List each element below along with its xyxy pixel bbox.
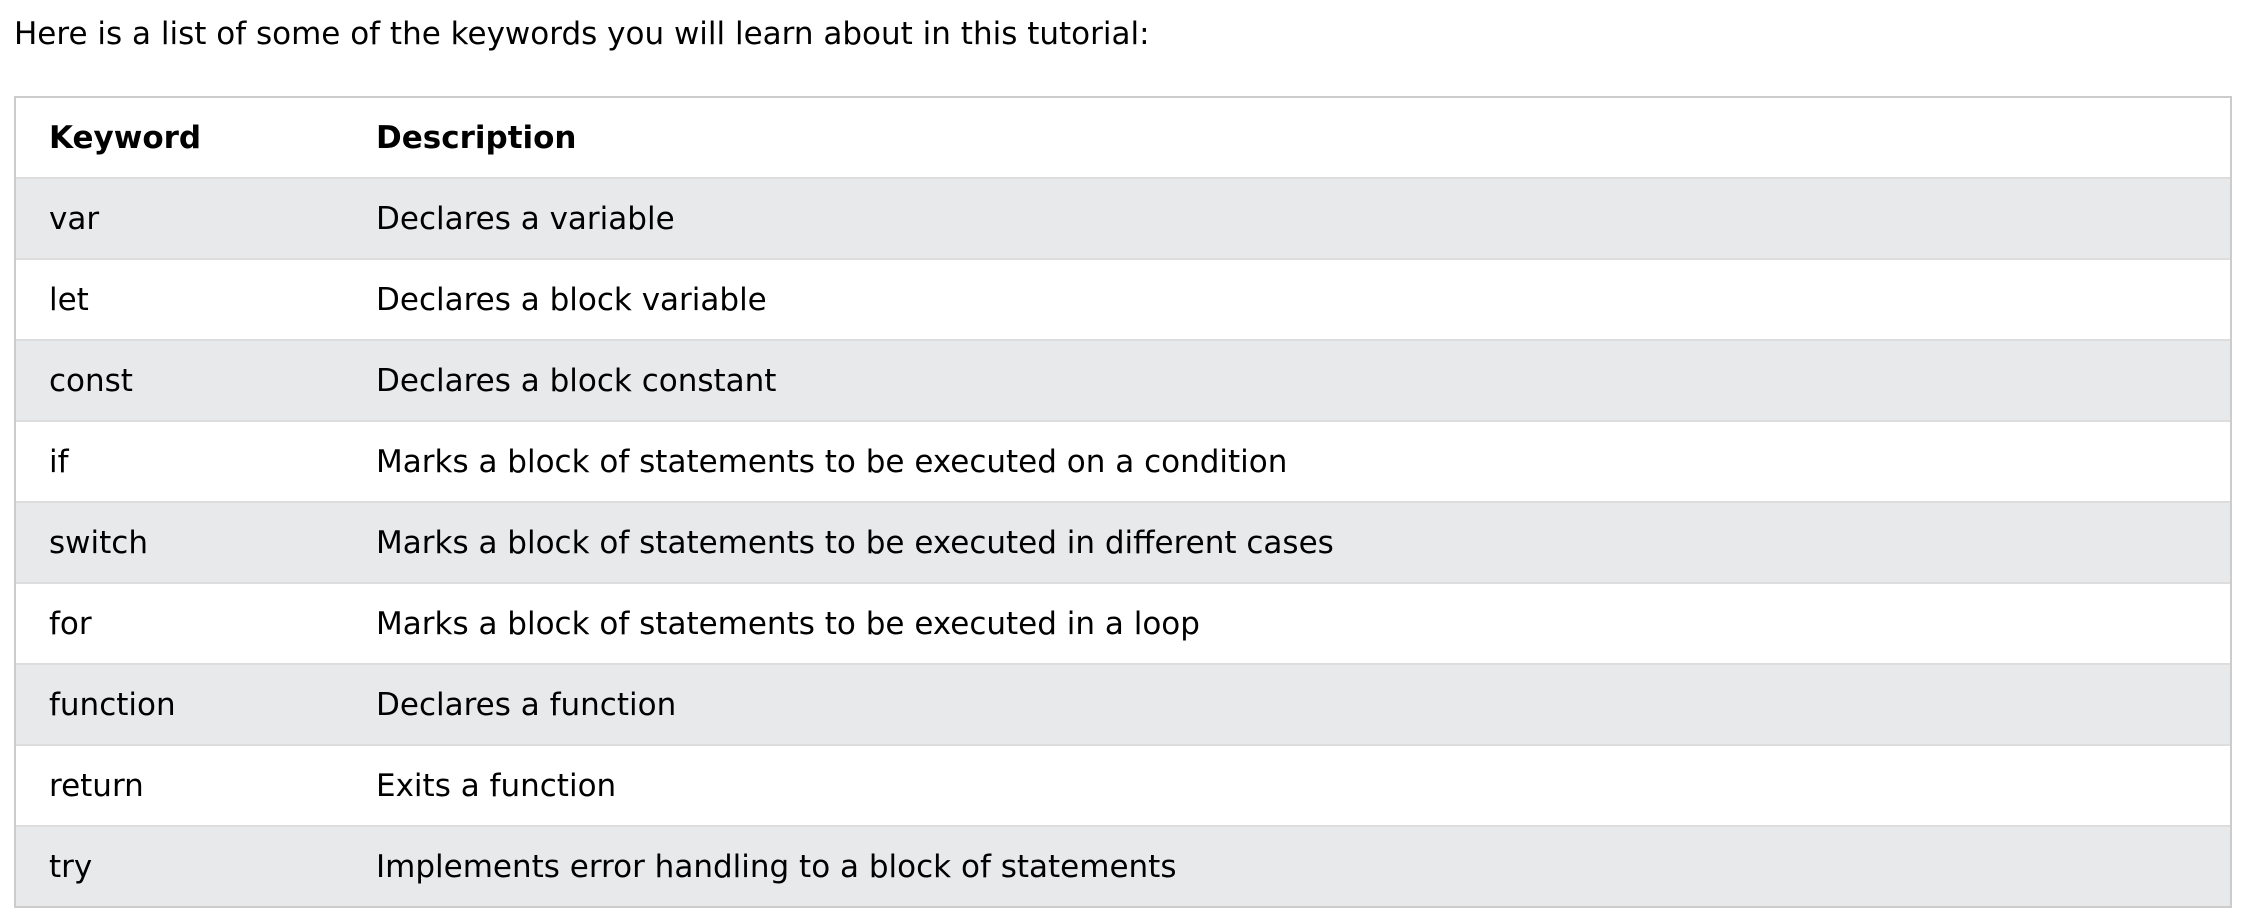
description-cell: Declares a block constant — [376, 362, 777, 399]
keywords-table: Keyword Description var Declares a varia… — [16, 98, 2230, 906]
description-cell: Exits a function — [376, 767, 617, 804]
keyword-cell: for — [49, 605, 92, 642]
description-cell: Declares a function — [376, 686, 677, 723]
keyword-cell: switch — [49, 524, 148, 561]
description-cell: Marks a block of statements to be execut… — [376, 524, 1334, 561]
table-row: return Exits a function — [16, 745, 2230, 826]
keywords-table-container: Keyword Description var Declares a varia… — [14, 96, 2232, 908]
description-cell: Declares a variable — [376, 200, 675, 237]
keyword-cell: const — [49, 362, 133, 399]
table-row: const Declares a block constant — [16, 340, 2230, 421]
description-cell: Marks a block of statements to be execut… — [376, 443, 1288, 480]
description-cell: Implements error handling to a block of … — [376, 848, 1177, 885]
header-description: Description — [376, 98, 2230, 178]
keyword-cell: return — [49, 767, 144, 804]
table-row: function Declares a function — [16, 664, 2230, 745]
keyword-cell: function — [49, 686, 176, 723]
table-row: for Marks a block of statements to be ex… — [16, 583, 2230, 664]
keyword-cell: if — [49, 443, 69, 480]
description-cell: Marks a block of statements to be execut… — [376, 605, 1200, 642]
table-row: var Declares a variable — [16, 178, 2230, 259]
table-row: switch Marks a block of statements to be… — [16, 502, 2230, 583]
description-cell: Declares a block variable — [376, 281, 767, 318]
table-row: try Implements error handling to a block… — [16, 826, 2230, 906]
keyword-cell: var — [49, 200, 100, 237]
keyword-cell: try — [49, 848, 93, 885]
keyword-cell: let — [49, 281, 89, 318]
table-header-row: Keyword Description — [16, 98, 2230, 178]
table-row: let Declares a block variable — [16, 259, 2230, 340]
intro-paragraph: Here is a list of some of the keywords y… — [14, 16, 1150, 52]
header-keyword: Keyword — [16, 98, 376, 178]
table-row: if Marks a block of statements to be exe… — [16, 421, 2230, 502]
